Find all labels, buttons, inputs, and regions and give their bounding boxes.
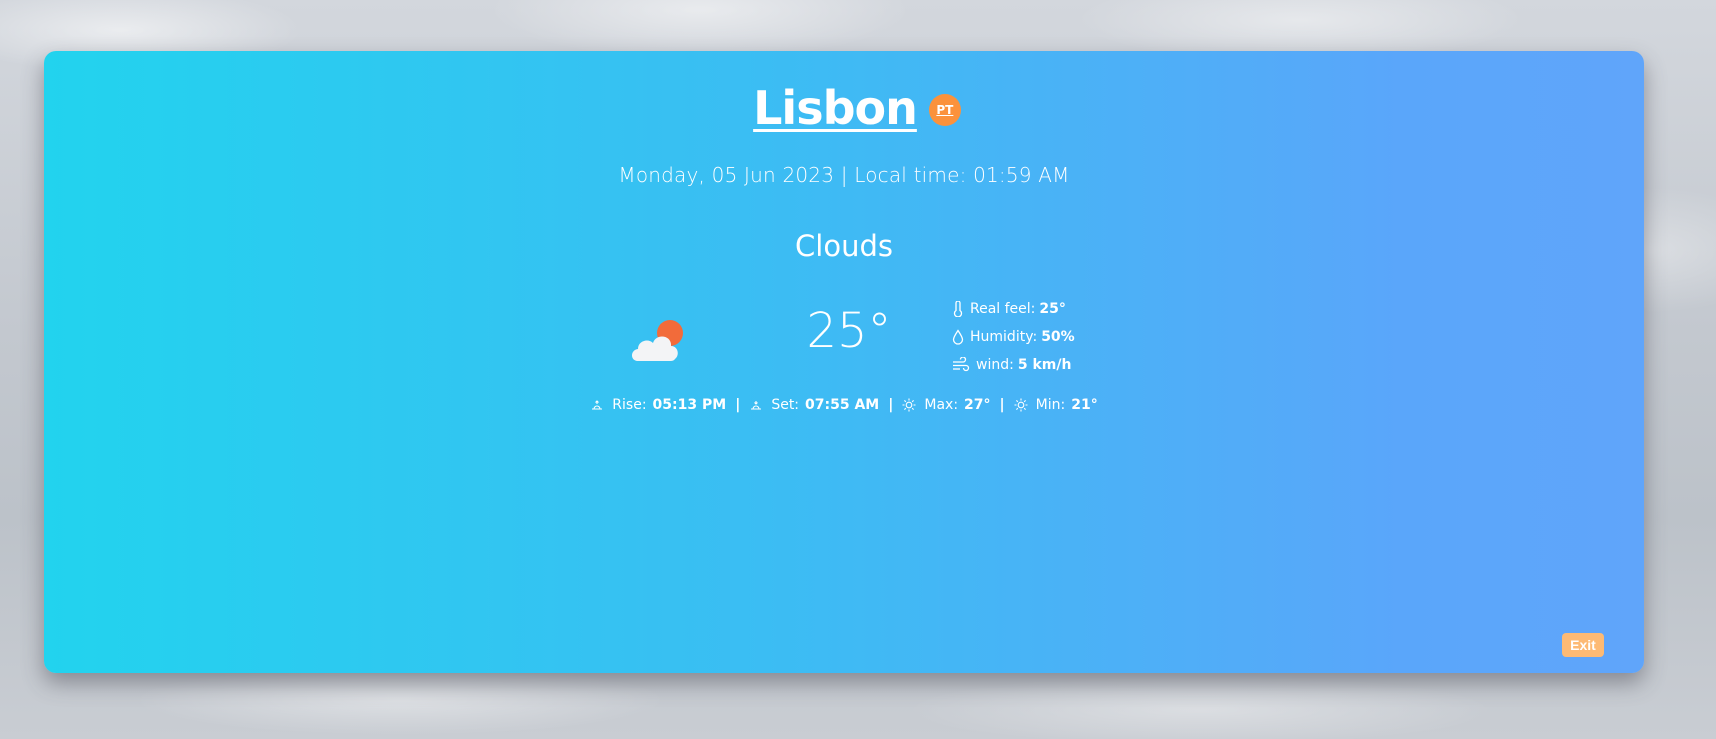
max-label: Max: [924, 397, 959, 413]
temperature: 25° [806, 303, 892, 359]
cloud-sun-icon [632, 320, 683, 361]
wind-value: 5 km/h [1017, 357, 1072, 373]
exit-button[interactable]: Exit [1562, 633, 1604, 657]
separator: | [999, 397, 1005, 413]
min-value: 21° [1071, 397, 1098, 413]
wind-icon [953, 357, 970, 372]
sun-temp-stats: Rise: 05:13 PM | Set: 07:55 AM | Max: 27… [44, 397, 1644, 413]
date-time: Monday, 05 Jun 2023 | Local time: 01:59 … [618, 163, 1070, 187]
real-feel-row: Real feel: 25° [952, 295, 1092, 323]
title-row: Lisbon PT [44, 81, 1644, 135]
country-badge[interactable]: PT [928, 94, 961, 126]
weather-details: Real feel: 25° Humidity: 50% wind: 5 km/… [952, 295, 1092, 379]
real-feel-value: 25° [1039, 301, 1066, 317]
real-feel-label: Real feel: [970, 301, 1036, 317]
droplet-icon [952, 329, 964, 345]
sun-icon [902, 398, 916, 412]
wind-row: wind: 5 km/h [952, 351, 1092, 379]
rise-value: 05:13 PM [652, 397, 727, 413]
humidity-row: Humidity: 50% [952, 323, 1092, 351]
humidity-label: Humidity: [970, 329, 1038, 345]
max-value: 27° [964, 397, 991, 413]
sunset-icon [751, 401, 762, 410]
weather-condition: Clouds [795, 229, 893, 263]
weather-card: Lisbon PT Monday, 05 Jun 2023 | Local ti… [44, 51, 1644, 673]
min-label: Min: [1035, 397, 1066, 413]
separator: | [735, 397, 741, 413]
humidity-value: 50% [1041, 329, 1075, 345]
sun-icon [1014, 398, 1028, 412]
set-value: 07:55 AM [805, 397, 880, 413]
set-label: Set: [771, 397, 800, 413]
rise-label: Rise: [612, 397, 647, 413]
wind-label: wind: [976, 357, 1014, 373]
thermometer-icon [953, 301, 963, 317]
separator: | [888, 397, 894, 413]
sunrise-icon [592, 400, 603, 410]
city-name[interactable]: Lisbon [753, 81, 918, 135]
